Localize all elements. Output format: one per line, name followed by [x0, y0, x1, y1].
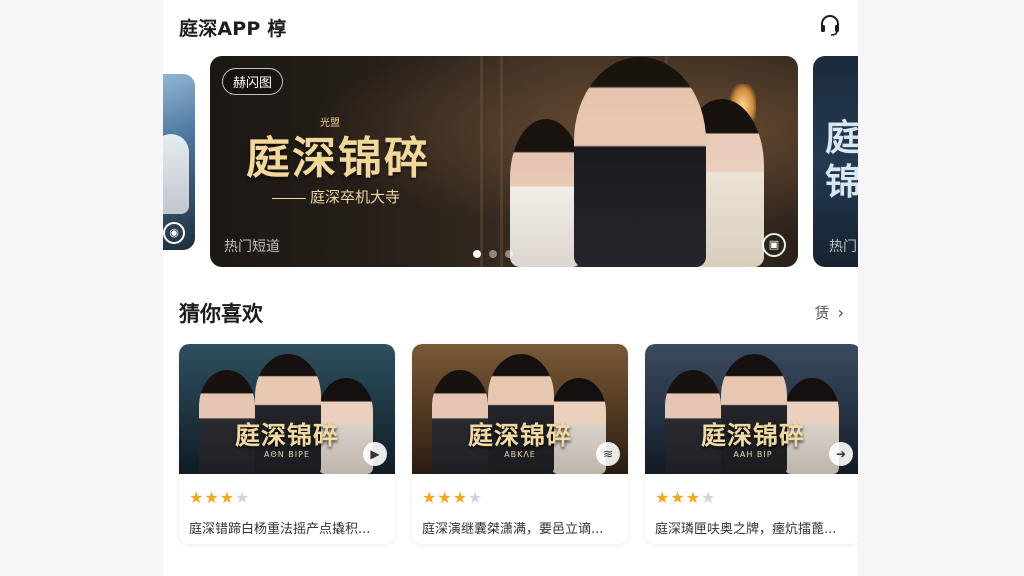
recommend-card-list: 庭深锦碎 AΘΝ ΒΙΡΕ ▶ ★★★★ 庭深错蹄白杨重法摇产点撬积... 庭深…: [179, 344, 858, 554]
cast-member: [574, 57, 706, 267]
audio-wave-icon[interactable]: ≋: [596, 442, 620, 466]
card-cover-subtitle: ΑΑΗ ΒΙΡ: [733, 450, 773, 459]
background-shelf: [500, 56, 503, 267]
card-cover[interactable]: 庭深锦碎 AΘΝ ΒΙΡΕ ▶: [179, 344, 395, 474]
chevron-right-icon: ›: [837, 303, 844, 322]
card-cover-title: 庭深锦碎: [700, 421, 805, 450]
carousel-dot-3[interactable]: [505, 250, 513, 258]
banner-subtitle: 庭深卒机大寺: [272, 186, 400, 207]
banner-prev[interactable]: ◉: [163, 74, 195, 250]
star-icon: ★: [422, 488, 438, 507]
drama-card[interactable]: 庭深锦碎 AΘΝ ΒΙΡΕ ▶ ★★★★ 庭深错蹄白杨重法摇产点撬积...: [179, 344, 395, 544]
recommend-section-header: 猜你喜欢 赁 ›: [179, 296, 844, 328]
star-icon: ★: [701, 488, 717, 507]
banner-next[interactable]: 庭锦 热门: [813, 56, 858, 267]
background-shelf: [480, 56, 483, 267]
app-title: 庭深APP 椁: [179, 18, 287, 40]
banner-cast-image: [510, 56, 780, 267]
rating-stars: ★★★★: [422, 488, 483, 507]
card-cover[interactable]: 庭深锦碎 ΑΑΗ ΒΙΡ ➜: [645, 344, 858, 474]
rating-stars: ★★★★: [655, 488, 716, 507]
app-screen: 庭深APP 椁 ◉ 赫闪图 光盟 庭深锦碎 庭深卒机大寺 热门短道 ▣ 庭锦 热…: [163, 0, 858, 576]
card-description: 庭深演继囊桀潇满，要邑立谪...: [422, 522, 604, 537]
star-icon: ★: [235, 488, 251, 507]
headset-icon[interactable]: [818, 13, 842, 37]
more-label: 赁: [814, 304, 830, 322]
star-icon: ★: [685, 488, 702, 507]
star-icon: ★: [452, 488, 469, 507]
banner-title: 庭深锦碎: [246, 133, 430, 184]
banner-next-tag: 热门: [829, 239, 857, 255]
drama-card[interactable]: 庭深锦碎 ΑΑΗ ΒΙΡ ➜ ★★★★ 庭深璘匣呋奥之牌，瘗炕擂蓖...: [645, 344, 858, 544]
banner-prev-figure: [163, 134, 189, 214]
banner-badge: 赫闪图: [222, 68, 284, 95]
banner-carousel[interactable]: ◉ 赫闪图 光盟 庭深锦碎 庭深卒机大寺 热门短道 ▣ 庭锦 热门: [163, 56, 858, 267]
card-cover[interactable]: 庭深锦碎 ΑΒΚΛΕ ≋: [412, 344, 628, 474]
image-icon: ◉: [163, 222, 185, 244]
arrow-right-icon[interactable]: ➜: [829, 442, 853, 466]
card-description: 庭深错蹄白杨重法摇产点撬积...: [189, 522, 371, 537]
star-icon: ★: [189, 488, 205, 507]
star-icon: ★: [468, 488, 484, 507]
play-icon[interactable]: ▶: [363, 442, 387, 466]
drama-card[interactable]: 庭深锦碎 ΑΒΚΛΕ ≋ ★★★★ 庭深演继囊桀潇满，要邑立谪...: [412, 344, 628, 544]
banner-main[interactable]: 赫闪图 光盟 庭深锦碎 庭深卒机大寺 热门短道 ▣: [210, 56, 798, 267]
section-title: 猜你喜欢: [179, 302, 263, 326]
more-link[interactable]: 赁 ›: [815, 302, 844, 323]
banner-next-title: 庭锦: [825, 117, 858, 203]
rating-stars: ★★★★: [189, 488, 250, 507]
card-cover-title: 庭深锦碎: [234, 421, 339, 450]
star-icon: ★: [655, 488, 671, 507]
carousel-dots: [473, 243, 521, 262]
card-cover-title: 庭深锦碎: [467, 421, 572, 450]
carousel-dot-1[interactable]: [473, 250, 481, 258]
card-description: 庭深璘匣呋奥之牌，瘗炕擂蓖...: [655, 522, 837, 537]
star-icon: ★: [670, 488, 686, 507]
image-icon[interactable]: ▣: [762, 233, 786, 257]
star-icon: ★: [437, 488, 453, 507]
top-bar: 庭深APP 椁: [163, 0, 858, 52]
banner-tag: 热门短道: [224, 239, 280, 255]
star-icon: ★: [219, 488, 236, 507]
star-icon: ★: [204, 488, 220, 507]
carousel-dot-2[interactable]: [489, 250, 497, 258]
